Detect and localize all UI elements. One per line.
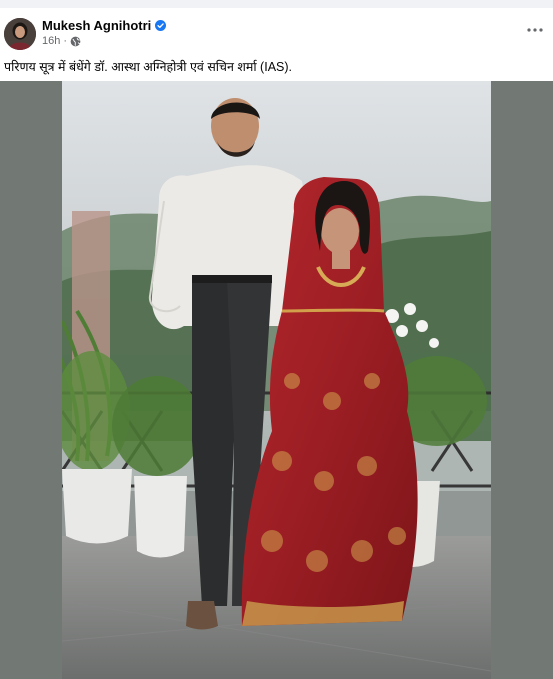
post-time[interactable]: 16h [42,35,60,47]
more-horizontal-icon [527,28,543,32]
verified-badge-icon [155,20,167,31]
author-name-row: Mukesh Agnihotri [42,18,167,33]
more-options-button[interactable] [525,24,545,36]
avatar-image [4,18,36,50]
globe-icon[interactable] [70,36,81,47]
post-meta: 16h · [42,35,81,47]
author-name[interactable]: Mukesh Agnihotri [42,18,151,33]
post-photo[interactable] [62,81,491,679]
author-avatar[interactable] [4,18,36,50]
feed-post: Mukesh Agnihotri 16h · परिणय सूत्र में ब… [0,8,553,679]
post-media[interactable] [0,81,553,679]
post-header: Mukesh Agnihotri 16h · [0,8,553,54]
meta-separator: · [63,35,68,47]
post-caption: परिणय सूत्र में बंधेंगे डॉ. आस्था अग्निह… [4,60,292,74]
